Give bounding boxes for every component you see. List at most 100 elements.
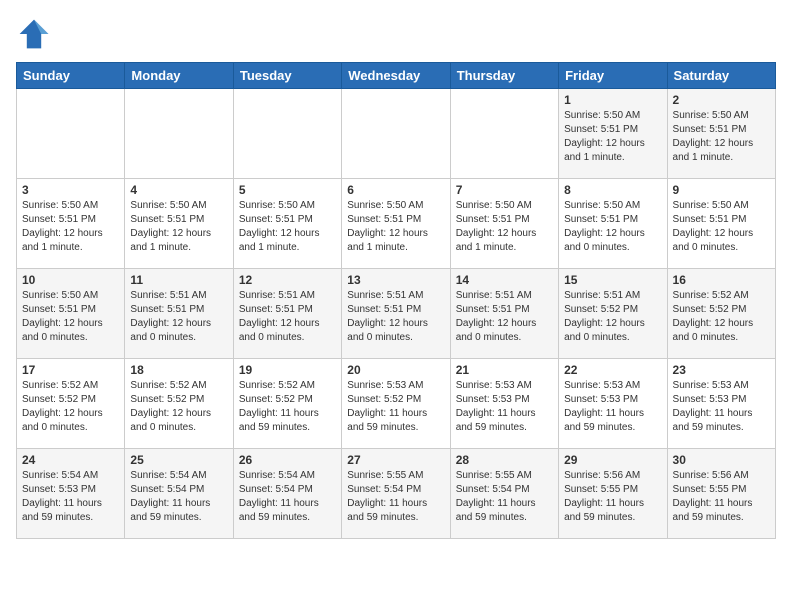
day-number: 9 [673, 183, 770, 197]
day-number: 2 [673, 93, 770, 107]
calendar-cell: 29 Sunrise: 5:56 AM Sunset: 5:55 PM Dayli… [559, 449, 667, 539]
day-info: Sunrise: 5:52 AM Sunset: 5:52 PM Dayligh… [130, 379, 227, 435]
day-number: 1 [564, 93, 661, 107]
calendar-cell: 17 Sunrise: 5:52 AM Sunset: 5:52 PM Dayli… [17, 359, 125, 449]
day-number: 8 [564, 183, 661, 197]
day-info: Sunrise: 5:51 AM Sunset: 5:51 PM Dayligh… [347, 289, 444, 345]
calendar-cell: 18 Sunrise: 5:52 AM Sunset: 5:52 PM Dayli… [125, 359, 233, 449]
calendar-cell: 2 Sunrise: 5:50 AM Sunset: 5:51 PM Daylig… [667, 89, 775, 179]
day-info: Sunrise: 5:51 AM Sunset: 5:51 PM Dayligh… [130, 289, 227, 345]
day-info: Sunrise: 5:50 AM Sunset: 5:51 PM Dayligh… [239, 199, 336, 255]
calendar-cell: 16 Sunrise: 5:52 AM Sunset: 5:52 PM Dayli… [667, 269, 775, 359]
calendar-cell: 28Sunrise: 5:55 AM Sunset: 5:54 PM Dayli… [450, 449, 558, 539]
day-number: 13 [347, 273, 444, 287]
logo-icon [16, 16, 52, 52]
calendar-cell: 27 Sunrise: 5:55 AM Sunset: 5:54 PM Dayli… [342, 449, 450, 539]
calendar-cell [342, 89, 450, 179]
page-header [16, 16, 776, 52]
day-number: 16 [673, 273, 770, 287]
day-info: Sunrise: 5:50 AM Sunset: 5:51 PM Dayligh… [564, 109, 661, 165]
day-header-monday: Monday [125, 63, 233, 89]
day-number: 21 [456, 363, 553, 377]
day-number: 3 [22, 183, 119, 197]
day-number: 6 [347, 183, 444, 197]
calendar-cell: 5 Sunrise: 5:50 AM Sunset: 5:51 PM Daylig… [233, 179, 341, 269]
calendar-cell: 6Sunrise: 5:50 AM Sunset: 5:51 PM Daylig… [342, 179, 450, 269]
day-info: Sunrise: 5:50 AM Sunset: 5:51 PM Dayligh… [456, 199, 553, 255]
day-info: Sunrise: 5:50 AM Sunset: 5:51 PM Dayligh… [22, 199, 119, 255]
day-info: Sunrise: 5:53 AM Sunset: 5:53 PM Dayligh… [564, 379, 661, 435]
calendar-header: SundayMondayTuesdayWednesdayThursdayFrid… [17, 63, 776, 89]
day-info: Sunrise: 5:50 AM Sunset: 5:51 PM Dayligh… [673, 109, 770, 165]
calendar-cell: 20Sunrise: 5:53 AM Sunset: 5:52 PM Dayli… [342, 359, 450, 449]
day-number: 26 [239, 453, 336, 467]
calendar-cell: 3 Sunrise: 5:50 AM Sunset: 5:51 PM Daylig… [17, 179, 125, 269]
day-info: Sunrise: 5:52 AM Sunset: 5:52 PM Dayligh… [22, 379, 119, 435]
calendar-cell: 7 Sunrise: 5:50 AM Sunset: 5:51 PM Daylig… [450, 179, 558, 269]
calendar-cell: 30 Sunrise: 5:56 AM Sunset: 5:55 PM Dayli… [667, 449, 775, 539]
day-info: Sunrise: 5:56 AM Sunset: 5:55 PM Dayligh… [564, 469, 661, 525]
day-info: Sunrise: 5:54 AM Sunset: 5:54 PM Dayligh… [239, 469, 336, 525]
day-info: Sunrise: 5:56 AM Sunset: 5:55 PM Dayligh… [673, 469, 770, 525]
day-number: 25 [130, 453, 227, 467]
day-info: Sunrise: 5:51 AM Sunset: 5:52 PM Dayligh… [564, 289, 661, 345]
day-number: 15 [564, 273, 661, 287]
week-row-3: 17 Sunrise: 5:52 AM Sunset: 5:52 PM Dayli… [17, 359, 776, 449]
logo [16, 16, 56, 52]
calendar-body: 1 Sunrise: 5:50 AM Sunset: 5:51 PM Daylig… [17, 89, 776, 539]
day-number: 20 [347, 363, 444, 377]
day-number: 19 [239, 363, 336, 377]
calendar-cell: 10 Sunrise: 5:50 AM Sunset: 5:51 PM Dayli… [17, 269, 125, 359]
day-info: Sunrise: 5:53 AM Sunset: 5:53 PM Dayligh… [673, 379, 770, 435]
day-number: 10 [22, 273, 119, 287]
week-row-1: 3 Sunrise: 5:50 AM Sunset: 5:51 PM Daylig… [17, 179, 776, 269]
day-number: 17 [22, 363, 119, 377]
calendar-cell: 15 Sunrise: 5:51 AM Sunset: 5:52 PM Dayli… [559, 269, 667, 359]
day-info: Sunrise: 5:54 AM Sunset: 5:53 PM Dayligh… [22, 469, 119, 525]
day-header-saturday: Saturday [667, 63, 775, 89]
day-info: Sunrise: 5:51 AM Sunset: 5:51 PM Dayligh… [456, 289, 553, 345]
calendar-cell: 12Sunrise: 5:51 AM Sunset: 5:51 PM Dayli… [233, 269, 341, 359]
header-row: SundayMondayTuesdayWednesdayThursdayFrid… [17, 63, 776, 89]
day-number: 18 [130, 363, 227, 377]
day-number: 27 [347, 453, 444, 467]
day-number: 24 [22, 453, 119, 467]
day-info: Sunrise: 5:50 AM Sunset: 5:51 PM Dayligh… [22, 289, 119, 345]
calendar-cell: 9 Sunrise: 5:50 AM Sunset: 5:51 PM Daylig… [667, 179, 775, 269]
day-number: 7 [456, 183, 553, 197]
day-info: Sunrise: 5:54 AM Sunset: 5:54 PM Dayligh… [130, 469, 227, 525]
calendar: SundayMondayTuesdayWednesdayThursdayFrid… [16, 62, 776, 539]
calendar-cell: 4Sunrise: 5:50 AM Sunset: 5:51 PM Daylig… [125, 179, 233, 269]
day-number: 30 [673, 453, 770, 467]
day-info: Sunrise: 5:51 AM Sunset: 5:51 PM Dayligh… [239, 289, 336, 345]
day-header-sunday: Sunday [17, 63, 125, 89]
calendar-cell [233, 89, 341, 179]
calendar-cell: 14Sunrise: 5:51 AM Sunset: 5:51 PM Dayli… [450, 269, 558, 359]
week-row-0: 1 Sunrise: 5:50 AM Sunset: 5:51 PM Daylig… [17, 89, 776, 179]
calendar-cell: 1 Sunrise: 5:50 AM Sunset: 5:51 PM Daylig… [559, 89, 667, 179]
day-info: Sunrise: 5:55 AM Sunset: 5:54 PM Dayligh… [347, 469, 444, 525]
calendar-cell [450, 89, 558, 179]
day-number: 5 [239, 183, 336, 197]
day-number: 23 [673, 363, 770, 377]
day-number: 11 [130, 273, 227, 287]
day-number: 29 [564, 453, 661, 467]
calendar-cell: 22 Sunrise: 5:53 AM Sunset: 5:53 PM Dayli… [559, 359, 667, 449]
week-row-2: 10 Sunrise: 5:50 AM Sunset: 5:51 PM Dayli… [17, 269, 776, 359]
calendar-cell [17, 89, 125, 179]
calendar-cell: 26 Sunrise: 5:54 AM Sunset: 5:54 PM Dayli… [233, 449, 341, 539]
day-header-tuesday: Tuesday [233, 63, 341, 89]
calendar-cell: 21Sunrise: 5:53 AM Sunset: 5:53 PM Dayli… [450, 359, 558, 449]
calendar-cell: 19Sunrise: 5:52 AM Sunset: 5:52 PM Dayli… [233, 359, 341, 449]
day-info: Sunrise: 5:52 AM Sunset: 5:52 PM Dayligh… [673, 289, 770, 345]
calendar-cell [125, 89, 233, 179]
day-info: Sunrise: 5:50 AM Sunset: 5:51 PM Dayligh… [564, 199, 661, 255]
calendar-cell: 23 Sunrise: 5:53 AM Sunset: 5:53 PM Dayli… [667, 359, 775, 449]
day-number: 22 [564, 363, 661, 377]
day-info: Sunrise: 5:50 AM Sunset: 5:51 PM Dayligh… [673, 199, 770, 255]
day-header-wednesday: Wednesday [342, 63, 450, 89]
day-header-friday: Friday [559, 63, 667, 89]
calendar-cell: 24 Sunrise: 5:54 AM Sunset: 5:53 PM Dayli… [17, 449, 125, 539]
day-header-thursday: Thursday [450, 63, 558, 89]
calendar-cell: 8 Sunrise: 5:50 AM Sunset: 5:51 PM Daylig… [559, 179, 667, 269]
